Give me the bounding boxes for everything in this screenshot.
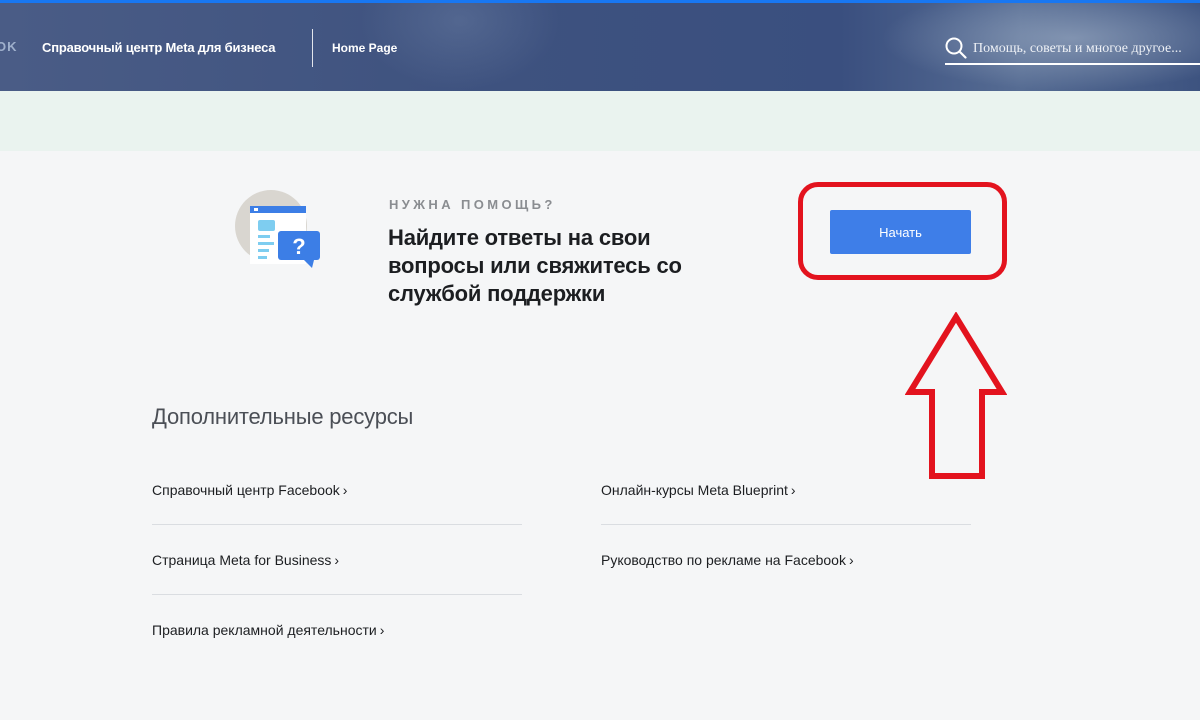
resource-link-meta-for-business[interactable]: Страница Meta for Business › [152, 552, 339, 568]
help-eyebrow: НУЖНА ПОМОЩЬ? [389, 197, 556, 212]
resource-link-label: Онлайн-курсы Meta Blueprint [601, 482, 788, 498]
resource-link-ads-guide[interactable]: Руководство по рекламе на Facebook › [601, 552, 854, 568]
help-heading: Найдите ответы на свои вопросы или свяжи… [388, 225, 682, 306]
brand-logo-fragment[interactable]: OK [0, 39, 18, 54]
resource-link-meta-blueprint[interactable]: Онлайн-курсы Meta Blueprint › [601, 482, 796, 498]
help-chat-illustration-icon: ? [235, 190, 320, 268]
resource-link-label: Справочный центр Facebook [152, 482, 340, 498]
chevron-right-icon: › [379, 622, 385, 638]
chevron-right-icon: › [848, 552, 854, 568]
site-title[interactable]: Справочный центр Meta для бизнеса [42, 40, 276, 55]
divider [152, 524, 522, 525]
resource-link-facebook-help[interactable]: Справочный центр Facebook › [152, 482, 347, 498]
home-page-link[interactable]: Home Page [332, 41, 397, 55]
chevron-right-icon: › [342, 482, 348, 498]
search-box[interactable] [945, 33, 1200, 65]
resource-link-label: Руководство по рекламе на Facebook [601, 552, 846, 568]
divider [152, 594, 522, 595]
search-input[interactable] [973, 38, 1200, 60]
start-button[interactable]: Начать [830, 210, 971, 254]
notice-band [0, 91, 1200, 151]
divider [601, 524, 971, 525]
resource-link-label: Правила рекламной деятельности [152, 622, 377, 638]
resource-link-ad-policies[interactable]: Правила рекламной деятельности › [152, 622, 384, 638]
svg-text:?: ? [292, 234, 305, 259]
chevron-right-icon: › [790, 482, 796, 498]
chevron-right-icon: › [334, 552, 340, 568]
resources-heading: Дополнительные ресурсы [152, 404, 414, 429]
search-icon[interactable] [945, 37, 967, 59]
annotation-up-arrow-icon [905, 312, 1007, 479]
header-divider [312, 29, 313, 67]
resource-link-label: Страница Meta for Business [152, 552, 332, 568]
site-header: OK Справочный центр Meta для бизнеса Hom… [0, 3, 1200, 91]
